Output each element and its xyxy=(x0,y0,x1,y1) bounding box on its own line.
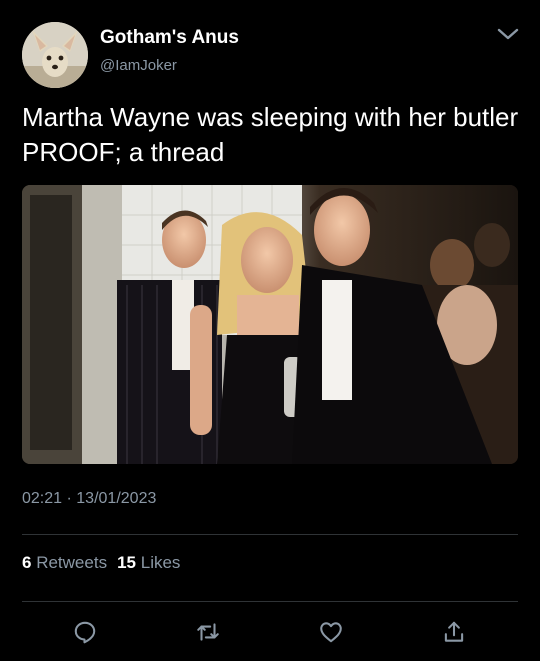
likes-stat[interactable]: 15 Likes xyxy=(117,553,180,572)
retweets-label: Retweets xyxy=(36,553,108,572)
tweet-text: Martha Wayne was sleeping with her butle… xyxy=(22,102,519,167)
display-name[interactable]: Gotham's Anus xyxy=(100,27,239,49)
chevron-down-icon xyxy=(497,28,519,40)
reply-button[interactable] xyxy=(72,619,98,645)
retweets-count: 6 xyxy=(22,553,32,572)
tweet-timestamp[interactable]: 02:21 · 13/01/2023 xyxy=(22,490,156,508)
like-button[interactable] xyxy=(318,619,344,645)
likes-label: Likes xyxy=(140,553,181,572)
retweets-stat[interactable]: 6 Retweets xyxy=(22,553,107,572)
retweet-button[interactable] xyxy=(195,619,221,645)
tweet-date: 13/01/2023 xyxy=(76,490,157,507)
avatar[interactable] xyxy=(22,22,88,88)
divider xyxy=(22,534,518,535)
photo-icon xyxy=(22,185,518,464)
likes-count: 15 xyxy=(117,553,136,572)
share-button[interactable] xyxy=(441,619,467,645)
timestamp-separator: · xyxy=(66,490,72,507)
retweet-icon xyxy=(197,623,219,641)
more-options-button[interactable] xyxy=(496,24,520,44)
chihuahua-avatar-icon xyxy=(22,22,88,88)
tweet-stats: 6 Retweets 15 Likes xyxy=(22,553,180,573)
share-icon xyxy=(444,621,464,642)
divider xyxy=(22,601,518,602)
user-handle[interactable]: @IamJoker xyxy=(100,57,177,74)
tweet-time: 02:21 xyxy=(22,490,63,507)
heart-icon xyxy=(320,622,342,643)
tweet-photo[interactable] xyxy=(22,185,518,464)
reply-icon xyxy=(74,621,96,644)
